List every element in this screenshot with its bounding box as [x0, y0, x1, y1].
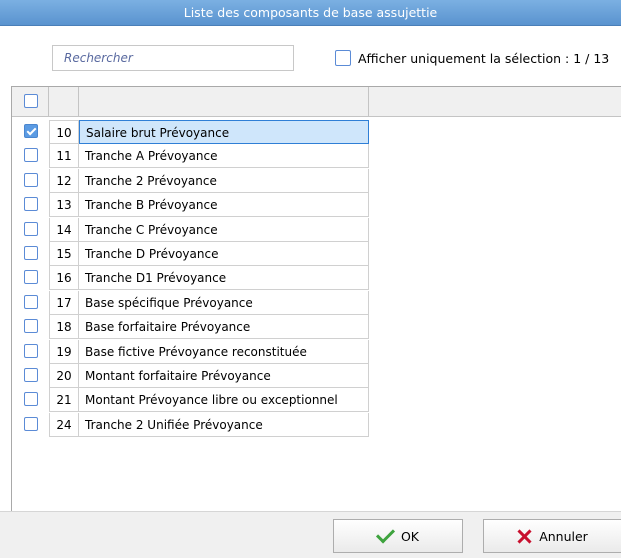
cancel-button-label: Annuler [539, 528, 588, 544]
row-label: Tranche A Prévoyance [79, 144, 369, 169]
row-checkbox-cell [12, 193, 49, 217]
row-number: 10 [49, 120, 79, 144]
row-checkbox[interactable] [24, 197, 38, 212]
row-checkbox-cell [12, 242, 49, 266]
header-number-column[interactable] [49, 87, 79, 116]
row-number: 16 [49, 266, 79, 291]
row-number: 20 [49, 363, 79, 388]
cancel-button[interactable]: Annuler [483, 519, 621, 553]
dialog-footer: OK Annuler [0, 511, 621, 558]
row-number: 15 [49, 241, 79, 266]
row-checkbox-cell [12, 413, 49, 437]
table-row[interactable]: 19 Base fictive Prévoyance reconstituée [12, 339, 621, 364]
table-row[interactable]: 18 Base forfaitaire Prévoyance [12, 315, 621, 340]
row-checkbox[interactable] [24, 270, 38, 285]
row-number: 19 [49, 339, 79, 364]
row-checkbox-cell [12, 266, 49, 290]
ok-button[interactable]: OK [333, 519, 463, 553]
table-row[interactable]: 20 Montant forfaitaire Prévoyance [12, 363, 621, 388]
row-label: Base spécifique Prévoyance [79, 290, 369, 315]
row-checkbox[interactable] [24, 367, 38, 382]
window-title: Liste des composants de base assujettie [0, 0, 621, 26]
row-checkbox-cell [12, 120, 49, 144]
row-label: Tranche D Prévoyance [79, 241, 369, 266]
row-checkbox[interactable] [24, 245, 38, 260]
row-checkbox-cell [12, 388, 49, 412]
search-input[interactable]: Rechercher [52, 45, 294, 71]
show-selected-only-label: Afficher uniquement la sélection : 1 / 1… [358, 51, 610, 66]
table-row[interactable]: 13 Tranche B Prévoyance [12, 193, 621, 218]
table-body: 10 Salaire brut Prévoyance 11 Tranche A Pré… [12, 120, 621, 437]
row-label: Base fictive Prévoyance reconstituée [79, 339, 369, 364]
table-row[interactable]: 15 Tranche D Prévoyance [12, 241, 621, 266]
row-label: Tranche 2 Unifiée Prévoyance [79, 412, 369, 437]
row-label: Salaire brut Prévoyance [79, 120, 369, 144]
row-checkbox[interactable] [24, 319, 38, 334]
check-icon [375, 524, 396, 544]
select-all-checkbox[interactable] [24, 94, 38, 108]
table-row[interactable]: 16 Tranche D1 Prévoyance [12, 266, 621, 291]
components-table: 10 Salaire brut Prévoyance 11 Tranche A Pré… [11, 86, 621, 511]
row-checkbox-cell [12, 364, 49, 388]
row-label: Base forfaitaire Prévoyance [79, 315, 369, 340]
row-checkbox[interactable] [24, 343, 38, 358]
row-checkbox-cell [12, 291, 49, 315]
table-header [12, 87, 621, 117]
row-number: 21 [49, 388, 79, 413]
close-icon [517, 529, 532, 544]
table-row[interactable]: 21 Montant Prévoyance libre ou exceptionn… [12, 388, 621, 413]
row-number: 17 [49, 290, 79, 315]
row-checkbox-cell [12, 144, 49, 168]
row-checkbox-cell [12, 169, 49, 193]
table-row[interactable]: 11 Tranche A Prévoyance [12, 144, 621, 169]
show-selected-only-toggle[interactable]: Afficher uniquement la sélection : 1 / 1… [335, 50, 609, 66]
row-checkbox[interactable] [24, 416, 38, 431]
header-checkbox-cell [12, 87, 49, 116]
row-number: 24 [49, 412, 79, 437]
row-label: Montant Prévoyance libre ou exceptionnel [79, 388, 369, 413]
row-checkbox[interactable] [24, 172, 38, 187]
ok-button-label: OK [400, 528, 420, 544]
row-checkbox[interactable] [24, 148, 38, 163]
row-checkbox[interactable] [24, 124, 38, 138]
table-row[interactable]: 24 Tranche 2 Unifiée Prévoyance [12, 412, 621, 437]
table-row[interactable]: 12 Tranche 2 Prévoyance [12, 168, 621, 193]
row-number: 14 [49, 217, 79, 242]
row-number: 18 [49, 315, 79, 340]
row-label: Tranche C Prévoyance [79, 217, 369, 242]
row-checkbox-cell [12, 340, 49, 364]
row-label: Tranche D1 Prévoyance [79, 266, 369, 291]
row-checkbox-cell [12, 315, 49, 339]
row-label: Tranche B Prévoyance [79, 193, 369, 218]
row-label: Tranche 2 Prévoyance [79, 168, 369, 193]
show-selected-only-checkbox[interactable] [335, 50, 351, 66]
table-row[interactable]: 14 Tranche C Prévoyance [12, 217, 621, 242]
row-number: 12 [49, 168, 79, 193]
header-label-column[interactable] [79, 87, 369, 116]
row-label: Montant forfaitaire Prévoyance [79, 363, 369, 388]
row-number: 13 [49, 193, 79, 218]
row-checkbox-cell [12, 218, 49, 242]
row-number: 11 [49, 144, 79, 169]
table-row[interactable]: 10 Salaire brut Prévoyance [12, 120, 621, 144]
row-checkbox[interactable] [24, 392, 38, 407]
row-checkbox[interactable] [24, 294, 38, 309]
row-checkbox[interactable] [24, 221, 38, 236]
table-row[interactable]: 17 Base spécifique Prévoyance [12, 290, 621, 315]
